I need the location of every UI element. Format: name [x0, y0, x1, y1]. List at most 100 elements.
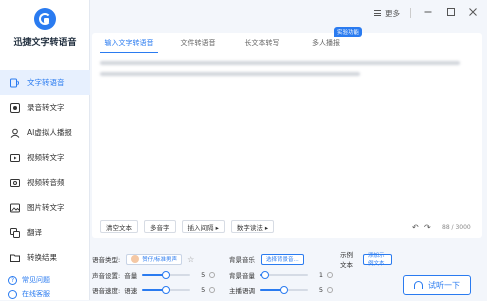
volume-row: 声音设置: 音量 5 — [92, 269, 216, 281]
faq-link[interactable]: ? 常见问题 — [8, 273, 50, 287]
maximize-button[interactable] — [445, 6, 457, 18]
voice-avatar — [131, 255, 140, 263]
speed-value: 5 — [201, 286, 206, 294]
mode-tabs: 输入文字转语音 文件转语音 长文本转写 多人播报 实验功能 — [92, 27, 482, 53]
undo-icon[interactable]: ↶ — [412, 223, 419, 232]
titlebar-divider — [410, 8, 411, 18]
voice-settings: 语音类型: 赞仔/标准男声 ☆ 背景音乐 选择背景音... 示例文本 添加示例文… — [92, 250, 392, 300]
pitch-row: 主播语调 5 — [229, 284, 333, 296]
sample-text-row: 示例文本 添加示例文本 — [340, 251, 392, 269]
question-icon: ? — [8, 275, 17, 285]
select-bg-music-button[interactable]: 选择背景音... — [261, 253, 304, 265]
app-brand-name: 迅捷文字转语音 — [13, 38, 77, 48]
sidebar-item-label: 转换结果 — [27, 253, 57, 262]
voice-name: 赞仔/标准男声 — [142, 257, 178, 263]
speed-row: 语音速度: 语速 5 — [92, 284, 216, 296]
redo-icon[interactable]: ↷ — [424, 223, 431, 232]
speed-sub-label: 语速 — [124, 287, 138, 295]
volume-slider-knob[interactable] — [162, 271, 171, 279]
sidebar-item-video-to-text[interactable]: 视频转文字 — [0, 145, 90, 170]
pitch-slider-knob[interactable] — [280, 286, 288, 294]
favorite-star-icon[interactable]: ☆ — [187, 255, 194, 264]
editor-card: 输入文字转语音 文件转语音 长文本转写 多人播报 实验功能 清空文本 多音字 插… — [92, 27, 482, 238]
sidebar-item-label: 文字转语音 — [27, 78, 65, 87]
sidebar-item-label: 录音转文字 — [27, 103, 65, 112]
tab-long-text[interactable]: 长文本转写 — [230, 33, 294, 53]
preview-play-button[interactable]: 试听一下 — [403, 275, 471, 295]
video-icon — [10, 153, 20, 163]
ai-avatar-icon — [10, 128, 20, 138]
info-icon — [327, 287, 333, 293]
preview-label: 试听一下 — [428, 280, 460, 290]
text-to-speech-icon — [10, 78, 20, 88]
sidebar-item-results[interactable]: 转换结果 — [0, 245, 90, 270]
tab-label: 文件转语音 — [180, 39, 216, 47]
char-counter: 88 / 3000 — [442, 224, 471, 231]
insert-pause-button[interactable]: 插入间隔 ▸ — [181, 220, 225, 233]
sidebar-item-text-to-speech[interactable]: 文字转语音 — [0, 70, 90, 95]
voice-type-label: 语音类型: — [92, 256, 121, 264]
support-label: 在线客服 — [22, 290, 50, 298]
number-reading-button[interactable]: 数字读法 ▸ — [230, 220, 275, 233]
sidebar-item-video-to-audio[interactable]: 视频转音频 — [0, 170, 90, 195]
image-icon — [10, 203, 20, 213]
headset-icon — [8, 289, 17, 299]
minimize-button[interactable] — [422, 6, 434, 18]
bg-volume-slider-knob[interactable] — [260, 271, 269, 279]
recording-icon — [10, 102, 20, 113]
tab-text-to-speech[interactable]: 输入文字转语音 — [92, 33, 166, 53]
bg-volume-value: 1 — [318, 271, 323, 279]
video-audio-icon — [10, 178, 20, 188]
sidebar: 迅捷文字转语音 文字转语音 录音转文字 AI虚拟人播报 视频转文字 视频转音频 … — [0, 0, 90, 300]
tab-label: 多人播报 — [312, 39, 340, 47]
speed-slider[interactable] — [142, 286, 191, 294]
speed-slider-knob[interactable] — [162, 286, 171, 294]
sidebar-item-translate[interactable]: 翻译 — [0, 220, 90, 245]
tab-label: 输入文字转语音 — [104, 39, 154, 47]
window-titlebar: 更多 — [90, 0, 487, 28]
add-sample-text-button[interactable]: 添加示例文本 — [362, 253, 392, 267]
blurred-text-line — [100, 61, 460, 65]
voice-type-row: 语音类型: 赞仔/标准男声 ☆ — [92, 253, 194, 265]
support-link[interactable]: 在线客服 — [8, 287, 50, 301]
tab-multi-speaker[interactable]: 多人播报 实验功能 — [294, 27, 362, 53]
sidebar-footer: ? 常见问题 在线客服 — [8, 273, 50, 301]
sidebar-nav: 文字转语音 录音转文字 AI虚拟人播报 视频转文字 视频转音频 图片转文字 翻译… — [0, 70, 90, 270]
bg-volume-label: 背景音量 — [229, 272, 255, 280]
sidebar-item-label: 翻译 — [27, 228, 42, 237]
speed-label: 语音速度: — [92, 287, 121, 295]
sidebar-item-image-to-text[interactable]: 图片转文字 — [0, 195, 90, 220]
minimize-icon — [424, 11, 432, 13]
pitch-label: 主播语调 — [229, 287, 255, 295]
text-input-area[interactable] — [100, 61, 474, 171]
translate-icon — [10, 227, 20, 238]
info-icon — [209, 272, 216, 278]
editor-toolbar: 清空文本 多音字 插入间隔 ▸ 数字读法 ▸ — [100, 220, 280, 233]
menu-icon — [374, 10, 381, 16]
tab-file-to-speech[interactable]: 文件转语音 — [166, 33, 230, 53]
close-button[interactable] — [467, 6, 479, 18]
pitch-value: 5 — [318, 286, 323, 294]
more-menu-button[interactable]: 更多 — [374, 6, 400, 20]
tab-label: 长文本转写 — [244, 39, 280, 47]
sidebar-item-label: AI虚拟人播报 — [27, 128, 72, 137]
close-icon — [469, 8, 477, 16]
bg-volume-slider[interactable] — [260, 271, 308, 279]
sidebar-item-label: 视频转文字 — [27, 153, 65, 162]
info-icon — [209, 287, 216, 293]
faq-label: 常见问题 — [22, 276, 50, 284]
brand-block: 迅捷文字转语音 — [0, 8, 90, 48]
polyphone-button[interactable]: 多音字 — [144, 220, 176, 233]
headphones-icon — [414, 281, 423, 289]
sidebar-item-recording-to-text[interactable]: 录音转文字 — [0, 95, 90, 120]
pitch-slider[interactable] — [260, 286, 308, 294]
voice-settings-label: 声音设置: — [92, 272, 121, 280]
more-label: 更多 — [385, 8, 400, 18]
voice-select-button[interactable]: 赞仔/标准男声 — [126, 253, 183, 265]
bg-music-row: 背景音乐 选择背景音... — [229, 253, 304, 265]
volume-slider[interactable] — [142, 271, 191, 279]
sidebar-item-ai-avatar[interactable]: AI虚拟人播报 — [0, 120, 90, 145]
clear-text-button[interactable]: 清空文本 — [100, 220, 138, 233]
sample-text-label: 示例文本 — [340, 251, 353, 269]
sidebar-item-label: 视频转音频 — [27, 178, 65, 187]
